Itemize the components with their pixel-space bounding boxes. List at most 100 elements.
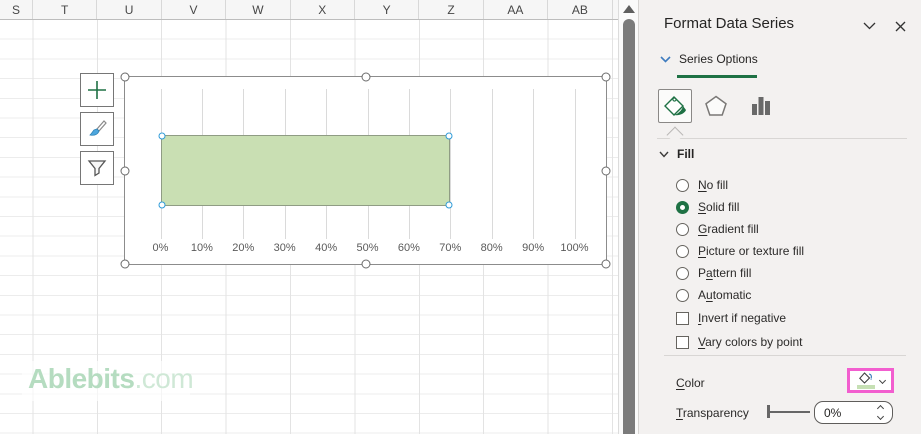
axis-tick-label: 80%	[480, 242, 503, 254]
point-handle[interactable]	[445, 201, 453, 209]
selection-handle[interactable]	[120, 166, 130, 175]
color-picker-button[interactable]	[856, 372, 886, 389]
data-series-bar[interactable]	[158, 132, 453, 209]
radio-solid-fill[interactable]: Solid fill	[676, 196, 911, 218]
radio-no-fill[interactable]: No fill	[676, 174, 911, 196]
option-label: Solid fill	[698, 200, 740, 214]
selection-handle[interactable]	[601, 259, 611, 269]
close-icon	[895, 21, 905, 31]
option-label: Invert if negative	[698, 311, 787, 325]
option-label: Pattern fill	[698, 266, 752, 280]
funnel-icon	[87, 160, 107, 177]
chart-gridline	[450, 89, 452, 239]
selected-tab-notch	[666, 126, 684, 144]
selection-handle[interactable]	[361, 259, 370, 269]
column-header-AB[interactable]: AB	[548, 0, 613, 19]
selection-handle[interactable]	[361, 72, 370, 82]
transparency-slider-handle[interactable]	[767, 405, 770, 418]
selection-handle[interactable]	[601, 72, 611, 82]
format-pane: Format Data Series Series Options Fill N…	[638, 0, 921, 434]
tab-effects[interactable]	[699, 89, 733, 123]
series-options-header[interactable]: Series Options	[660, 52, 758, 66]
checkbox-vary-colors-by-point[interactable]: Vary colors by point	[676, 330, 911, 354]
pane-collapse-button[interactable]	[858, 15, 880, 37]
column-header-S[interactable]: S	[0, 0, 33, 19]
radio-automatic[interactable]: Automatic	[676, 284, 911, 306]
column-header-X[interactable]: X	[291, 0, 355, 19]
spinner-down-icon[interactable]	[876, 412, 885, 421]
fill-section-label: Fill	[677, 147, 695, 161]
radio-control[interactable]	[676, 178, 689, 192]
checkbox-invert-if-negative[interactable]: Invert if negative	[676, 306, 911, 330]
axis-tick-label: 90%	[522, 242, 545, 254]
option-label: Vary colors by point	[698, 335, 803, 349]
worksheet[interactable]: S T U V W X Y Z AA AB Ablebits.com 0% 10…	[0, 0, 619, 434]
color-swatch	[856, 385, 875, 389]
axis-tick-label: 70%	[439, 242, 462, 254]
option-label: Picture or texture fill	[698, 244, 805, 258]
column-header-Y[interactable]: Y	[355, 0, 420, 19]
scroll-up-icon[interactable]	[623, 5, 635, 13]
chart-filters-button[interactable]	[80, 151, 114, 185]
pane-close-button[interactable]	[889, 15, 911, 37]
spinner-up-icon[interactable]	[876, 404, 885, 413]
axis-tick-label: 40%	[315, 242, 338, 254]
radio-control[interactable]	[676, 222, 689, 236]
axis-tick-label: 0%	[152, 242, 169, 254]
chevron-down-icon	[878, 376, 886, 385]
radio-control[interactable]	[676, 288, 689, 302]
axis-tick-label: 20%	[232, 242, 255, 254]
selection-handle[interactable]	[120, 72, 130, 82]
chart-styles-button[interactable]	[80, 112, 114, 146]
column-headers[interactable]: S T U V W X Y Z AA AB	[0, 0, 618, 20]
color-label: Color	[676, 376, 705, 390]
chart[interactable]: 0% 10% 20% 30% 40% 50% 60% 70% 80% 90% 100%	[120, 72, 611, 269]
chart-elements-button[interactable]	[80, 73, 114, 107]
divider	[664, 355, 906, 356]
column-header-Z[interactable]: Z	[419, 0, 484, 19]
tab-fill-and-line[interactable]	[658, 89, 692, 123]
fill-options: No fill Solid fill Gradient fill Picture or…	[676, 174, 911, 354]
column-header-T[interactable]: T	[33, 0, 98, 19]
column-header-V[interactable]: V	[162, 0, 227, 19]
chart-gridline	[574, 89, 576, 239]
checkbox-control[interactable]	[676, 335, 689, 349]
divider	[657, 138, 907, 139]
selection-handle[interactable]	[120, 259, 130, 269]
pane-title: Format Data Series	[664, 15, 795, 32]
chevron-down-icon	[863, 22, 875, 30]
column-header-W[interactable]: W	[226, 0, 291, 19]
series-options-label: Series Options	[679, 52, 758, 66]
axis-tick-label: 30%	[273, 242, 296, 254]
radio-pattern-fill[interactable]: Pattern fill	[676, 262, 911, 284]
axis-tick-label: 60%	[397, 242, 420, 254]
point-handle[interactable]	[158, 201, 165, 209]
fill-section-header[interactable]: Fill	[659, 147, 694, 161]
radio-control[interactable]	[676, 200, 689, 214]
transparency-slider[interactable]	[769, 411, 810, 413]
option-label: No fill	[698, 178, 729, 192]
column-header-U[interactable]: U	[97, 0, 162, 19]
point-handle[interactable]	[445, 132, 453, 140]
radio-picture-or-texture-fill[interactable]: Picture or texture fill	[676, 240, 911, 262]
chart-gridline	[491, 89, 493, 239]
watermark-suffix: .com	[134, 363, 194, 394]
pentagon-icon	[705, 95, 727, 116]
worksheet-scrollbar[interactable]	[618, 0, 638, 434]
radio-control[interactable]	[676, 266, 689, 280]
checkbox-control[interactable]	[676, 311, 689, 325]
brush-icon	[89, 120, 107, 136]
axis-tick-label: 50%	[356, 242, 379, 254]
scrollbar-thumb[interactable]	[623, 19, 635, 434]
point-handle[interactable]	[158, 132, 165, 140]
color-picker-highlight	[847, 368, 894, 393]
radio-control[interactable]	[676, 244, 689, 258]
selection-handle[interactable]	[601, 166, 611, 175]
series-options-underline	[677, 75, 757, 78]
watermark-text: Ablebits	[28, 363, 135, 394]
tab-series-options[interactable]	[744, 89, 778, 123]
chevron-down-icon	[659, 151, 669, 158]
transparency-input[interactable]: 0%	[814, 401, 893, 424]
column-header-AA[interactable]: AA	[484, 0, 549, 19]
radio-gradient-fill[interactable]: Gradient fill	[676, 218, 911, 240]
